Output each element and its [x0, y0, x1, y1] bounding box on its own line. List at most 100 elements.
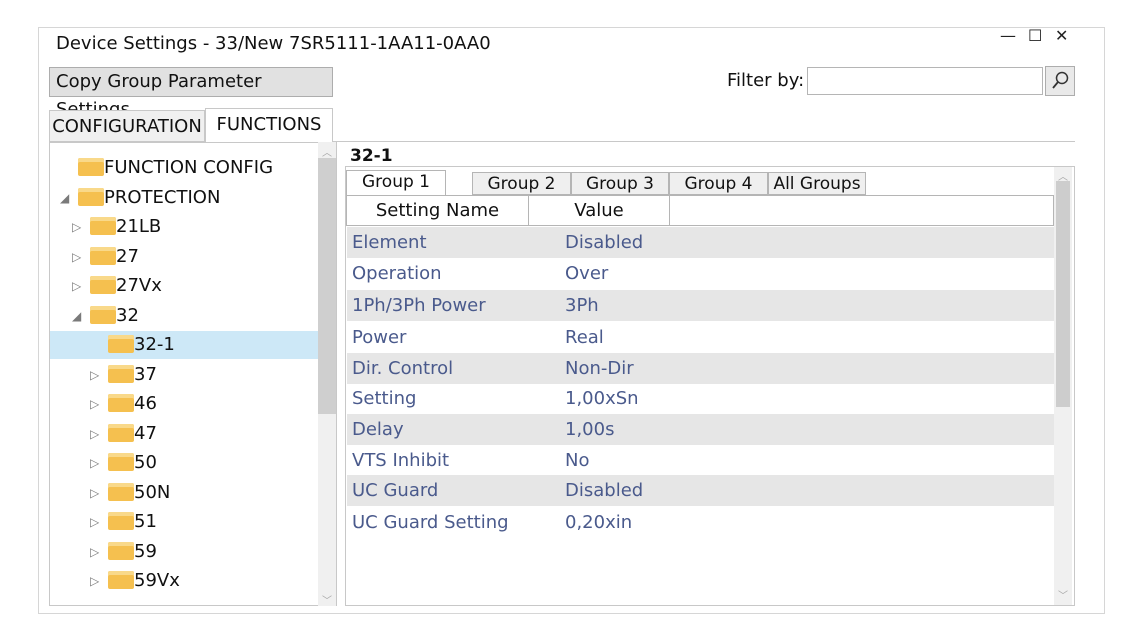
- collapse-icon[interactable]: ◢: [60, 184, 69, 212]
- table-row[interactable]: UC Guard Setting 0,20xin: [347, 507, 1054, 538]
- filter-search-button[interactable]: [1045, 66, 1075, 96]
- tab-group-1[interactable]: Group 1: [346, 170, 446, 196]
- expand-icon[interactable]: ▷: [90, 508, 99, 536]
- scroll-down-icon[interactable]: ﹀: [322, 592, 332, 607]
- minimize-icon[interactable]: —: [1000, 26, 1016, 45]
- setting-value[interactable]: Disabled: [565, 227, 643, 258]
- table-row[interactable]: 1Ph/3Ph Power 3Ph: [347, 290, 1054, 321]
- tree-item[interactable]: FUNCTION CONFIG: [50, 154, 318, 182]
- expand-icon[interactable]: ▷: [72, 243, 81, 271]
- tree-item-label: FUNCTION CONFIG: [104, 157, 274, 178]
- tree-scrollbar[interactable]: ︿ ﹀: [318, 142, 336, 607]
- setting-name: VTS Inhibit: [352, 450, 450, 471]
- close-icon[interactable]: ✕: [1055, 26, 1068, 45]
- table-row[interactable]: Delay 1,00s: [347, 414, 1054, 445]
- settings-scrollbar[interactable]: ︿ ﹀: [1054, 167, 1072, 605]
- collapse-icon[interactable]: ◢: [72, 302, 81, 330]
- expand-icon[interactable]: ▷: [72, 272, 81, 300]
- tree-item[interactable]: ▷ 51: [50, 508, 318, 536]
- tab-functions[interactable]: FUNCTIONS: [205, 108, 333, 143]
- tree-item-label: 50: [134, 452, 157, 473]
- tree-item[interactable]: ▷ 27Vx: [50, 272, 318, 300]
- tree-item[interactable]: ▷ 47: [50, 420, 318, 448]
- tree-item[interactable]: ▷ 50: [50, 449, 318, 477]
- tab-group-2[interactable]: Group 2: [472, 172, 571, 195]
- window-title: Device Settings - 33/New 7SR5111-1AA11-0…: [56, 33, 491, 54]
- tree-item-label: 59Vx: [134, 570, 180, 591]
- tree-item[interactable]: ▷ 37: [50, 361, 318, 389]
- tree-item-label: 27: [116, 245, 139, 267]
- tab-group-4[interactable]: Group 4: [669, 172, 768, 195]
- folder-icon: [108, 453, 134, 471]
- table-row[interactable]: Dir. Control Non-Dir: [347, 353, 1054, 384]
- setting-value[interactable]: No: [565, 445, 589, 476]
- filter-input[interactable]: [807, 67, 1043, 95]
- folder-icon: [108, 364, 134, 383]
- copy-group-parameter-settings-button[interactable]: Copy Group Parameter Settings: [49, 67, 333, 120]
- function-tree: FUNCTION CONFIG ◢ PROTECTION ▷ 21LB ▷ 27 ▷ 27Vx ◢…: [49, 142, 337, 606]
- tab-all-groups[interactable]: All Groups: [768, 172, 866, 195]
- tree-item-label: 37: [134, 363, 157, 385]
- column-header-filler: [669, 195, 1054, 226]
- group-panel-title: 32-1: [350, 146, 393, 166]
- setting-value[interactable]: 1,00s: [565, 414, 614, 445]
- tree-item-label: 47: [134, 422, 157, 444]
- setting-name: Power: [352, 327, 407, 348]
- table-row[interactable]: Element Disabled: [347, 227, 1054, 258]
- table-row[interactable]: Setting 1,00xSn: [347, 383, 1054, 414]
- tree-item[interactable]: ◢ 32: [50, 302, 318, 330]
- setting-value[interactable]: 3Ph: [565, 290, 599, 321]
- tree-item[interactable]: ▷ 59Vx: [50, 567, 318, 595]
- expand-icon[interactable]: ▷: [90, 390, 99, 418]
- scroll-down-icon[interactable]: ﹀: [1058, 587, 1068, 602]
- settings-scroll-thumb[interactable]: [1056, 181, 1070, 407]
- tree-item-label: PROTECTION: [104, 186, 221, 208]
- tree-item[interactable]: ▷ 27: [50, 243, 318, 271]
- setting-name: Delay: [352, 419, 404, 440]
- table-row[interactable]: VTS Inhibit No: [347, 445, 1054, 476]
- expand-icon[interactable]: ▷: [90, 538, 99, 566]
- maximize-icon[interactable]: ☐: [1028, 26, 1042, 45]
- setting-name: Dir. Control: [352, 358, 454, 379]
- expand-icon[interactable]: ▷: [90, 449, 99, 477]
- tree-item-label: 27Vx: [116, 275, 162, 296]
- expand-icon[interactable]: ▷: [90, 479, 99, 507]
- tree-item[interactable]: ▷ 50N: [50, 479, 318, 507]
- search-icon: [1052, 71, 1069, 89]
- setting-value[interactable]: 0,20xin: [565, 507, 632, 538]
- expand-icon[interactable]: ▷: [90, 420, 99, 448]
- folder-icon: [108, 394, 134, 412]
- folder-icon: [108, 482, 134, 501]
- column-header-value: Value: [528, 195, 670, 226]
- tree-item-label: 50N: [134, 481, 171, 503]
- tree-item-label: 21LB: [116, 216, 162, 237]
- tree-scroll-thumb[interactable]: [318, 158, 336, 414]
- table-row[interactable]: Power Real: [347, 322, 1054, 353]
- setting-value[interactable]: Disabled: [565, 475, 643, 506]
- tree-item[interactable]: 32-1: [50, 331, 318, 359]
- tree-item[interactable]: ◢ PROTECTION: [50, 184, 318, 212]
- table-row[interactable]: UC Guard Disabled: [347, 475, 1054, 506]
- folder-icon: [108, 423, 134, 442]
- expand-icon[interactable]: ▷: [72, 213, 81, 241]
- tree-item[interactable]: ▷ 46: [50, 390, 318, 418]
- expand-icon[interactable]: ▷: [90, 361, 99, 389]
- setting-value[interactable]: Real: [565, 322, 604, 353]
- setting-value[interactable]: 1,00xSn: [565, 383, 639, 414]
- scroll-up-icon[interactable]: ︿: [322, 144, 332, 159]
- setting-name: Element: [352, 232, 427, 253]
- folder-icon: [90, 217, 116, 235]
- tree-item[interactable]: ▷ 59: [50, 538, 318, 566]
- table-row[interactable]: Operation Over: [347, 258, 1054, 289]
- tree-item[interactable]: ▷ 21LB: [50, 213, 318, 241]
- folder-icon: [108, 512, 134, 530]
- tab-group-3[interactable]: Group 3: [571, 172, 669, 195]
- expand-icon[interactable]: ▷: [90, 567, 99, 595]
- folder-icon: [90, 246, 116, 265]
- setting-value[interactable]: Over: [565, 258, 608, 289]
- folder-icon: [90, 305, 116, 324]
- tab-configuration[interactable]: CONFIGURATION: [49, 110, 205, 142]
- scroll-up-icon[interactable]: ︿: [1058, 168, 1068, 183]
- folder-icon: [108, 541, 134, 560]
- setting-value[interactable]: Non-Dir: [565, 353, 634, 384]
